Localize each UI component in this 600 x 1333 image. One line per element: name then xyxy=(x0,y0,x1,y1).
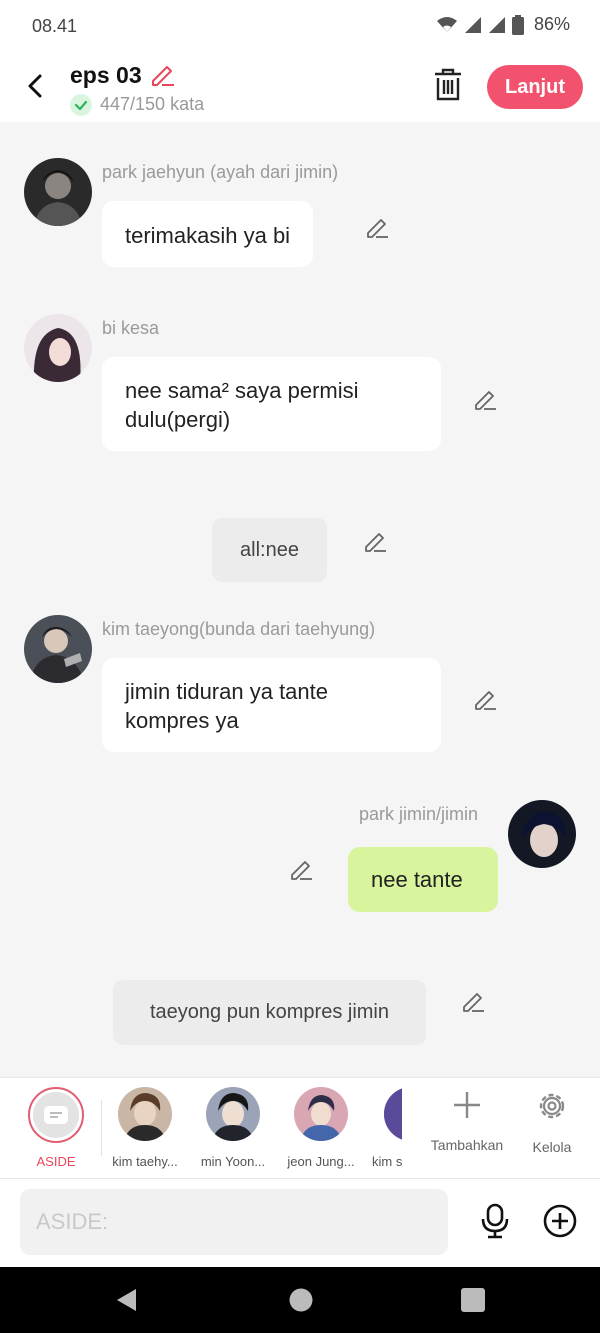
system-nav-bar xyxy=(0,1267,600,1333)
character-chip[interactable]: min Yoon... xyxy=(191,1087,275,1169)
avatar[interactable] xyxy=(24,314,92,382)
character-chip-label: jeon Jung... xyxy=(287,1154,355,1169)
pencil-icon xyxy=(463,993,484,1012)
status-icons: 86% xyxy=(436,14,570,35)
battery-icon xyxy=(511,14,524,35)
plus-icon xyxy=(454,1092,480,1118)
character-chip[interactable]: jeon Jung... xyxy=(279,1087,363,1169)
manage-characters-button[interactable]: Kelola xyxy=(507,1090,597,1155)
message-input[interactable] xyxy=(20,1189,448,1255)
microphone-icon xyxy=(481,1203,509,1239)
signal-icon xyxy=(464,16,481,33)
avatar xyxy=(206,1087,260,1141)
character-chip[interactable]: kim taehy... xyxy=(103,1087,187,1169)
edit-title-button[interactable] xyxy=(148,60,176,93)
narration-bubble[interactable]: taeyong pun kompres jimin xyxy=(113,980,426,1045)
episode-title[interactable]: eps 03 xyxy=(70,62,142,89)
app-header: eps 03 447/150 kata Lanjut xyxy=(0,52,600,122)
attach-button[interactable] xyxy=(543,1204,577,1243)
word-count: 447/150 kata xyxy=(100,94,205,114)
edit-message-button[interactable] xyxy=(362,528,388,554)
delete-button[interactable] xyxy=(432,68,464,107)
avatar[interactable] xyxy=(508,800,576,868)
status-time: 08.41 xyxy=(32,16,78,36)
avatar xyxy=(294,1087,348,1141)
aside-selector[interactable]: ASIDE xyxy=(14,1087,98,1169)
pencil-icon xyxy=(367,219,388,238)
avatar[interactable] xyxy=(24,615,92,683)
manage-characters-label: Kelola xyxy=(532,1139,572,1155)
edit-message-button[interactable] xyxy=(460,988,486,1014)
wifi-icon xyxy=(436,16,457,32)
edit-message-button[interactable] xyxy=(288,856,314,882)
character-chip[interactable]: kim s xyxy=(352,1087,402,1169)
voice-input-button[interactable] xyxy=(478,1203,512,1244)
pencil-icon xyxy=(365,533,386,552)
message-bubble[interactable]: jimin tiduran ya tante kompres ya xyxy=(102,658,441,752)
pencil-icon xyxy=(475,391,496,410)
chat-area: park jaehyun (ayah dari jimin) terimakas… xyxy=(0,122,600,1077)
character-name: park jimin/jimin xyxy=(359,804,479,824)
divider xyxy=(101,1100,102,1156)
nav-recents-button[interactable] xyxy=(460,1287,486,1318)
back-button[interactable] xyxy=(22,68,52,104)
character-chip-label: kim taehy... xyxy=(112,1154,178,1169)
edit-message-button[interactable] xyxy=(364,214,390,240)
character-name: kim taeyong(bunda dari taehyung) xyxy=(102,619,376,639)
nav-back-button[interactable] xyxy=(114,1287,140,1318)
pencil-icon xyxy=(152,66,174,86)
character-chip-label: min Yoon... xyxy=(200,1154,266,1169)
message-bubble[interactable]: nee sama² saya permisi dulu(pergi) xyxy=(102,357,441,451)
add-character-label: Tambahkan xyxy=(430,1137,504,1153)
signal-icon-2 xyxy=(488,16,505,33)
gear-icon xyxy=(539,1093,565,1119)
avatar[interactable] xyxy=(24,158,92,226)
next-button[interactable]: Lanjut xyxy=(487,65,583,109)
nav-home-button[interactable] xyxy=(288,1287,314,1318)
character-chip-label: kim s xyxy=(372,1154,402,1169)
battery-percent: 86% xyxy=(533,14,570,34)
edit-message-button[interactable] xyxy=(472,386,498,412)
message-bubble[interactable]: terimakasih ya bi xyxy=(102,201,314,267)
add-character-button[interactable]: Tambahkan xyxy=(422,1090,512,1153)
status-bar: 08.41 86% xyxy=(0,0,600,52)
character-name: bi kesa xyxy=(102,318,160,338)
square-recents-icon xyxy=(461,1288,485,1312)
circle-home-icon xyxy=(289,1288,313,1312)
triangle-back-icon xyxy=(117,1289,136,1311)
pencil-icon xyxy=(291,861,312,880)
avatar xyxy=(118,1087,172,1141)
composer xyxy=(0,1179,600,1267)
avatar xyxy=(384,1087,402,1141)
back-arrow-icon xyxy=(28,74,42,98)
message-bubble[interactable]: nee tante xyxy=(348,847,498,912)
character-selector: ASIDE kim taehy... min Yoon... jeon Jung… xyxy=(0,1077,600,1179)
trash-icon xyxy=(435,68,461,101)
narration-bubble[interactable]: all:nee xyxy=(212,518,327,582)
pencil-icon xyxy=(475,691,496,710)
character-name: park jaehyun (ayah dari jimin) xyxy=(102,162,339,182)
aside-icon xyxy=(44,1106,68,1124)
add-circle-icon xyxy=(543,1204,577,1238)
aside-label: ASIDE xyxy=(36,1154,76,1169)
edit-message-button[interactable] xyxy=(472,686,498,712)
check-icon xyxy=(70,94,92,116)
